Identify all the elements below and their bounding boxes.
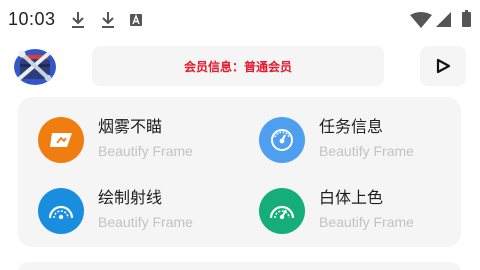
feature-title: 绘制射线 — [98, 188, 163, 207]
feature-subtitle: Beautify Frame — [98, 143, 193, 159]
feature-title: 白体上色 — [319, 188, 384, 207]
status-bar: 10:03 — [0, 0, 480, 38]
feature-subtitle: Beautify Frame — [98, 214, 193, 230]
header: 会员信息：普通会员 — [0, 38, 480, 94]
tools-logo-icon[interactable] — [12, 46, 58, 86]
signal-icon — [436, 12, 451, 27]
feature-rays[interactable]: 绘制射线 Beautify Frame — [38, 181, 248, 243]
member-info-text: 会员信息：普通会员 — [183, 59, 292, 74]
play-button[interactable] — [420, 46, 466, 86]
smoke-icon — [38, 117, 84, 163]
feature-smoke[interactable]: 烟雾不瞄 Beautify Frame — [38, 110, 248, 172]
member-info-box: 会员信息：普通会员 — [92, 46, 384, 86]
download-icon — [102, 12, 114, 28]
gauge-icon — [259, 117, 305, 163]
status-time: 10:03 — [8, 9, 56, 29]
a-box-icon — [130, 14, 142, 26]
feature-title: 任务信息 — [319, 117, 384, 136]
feature-title: 烟雾不瞄 — [98, 117, 163, 136]
play-icon — [436, 58, 451, 74]
feature-task-info[interactable]: 任务信息 Beautify Frame — [259, 110, 469, 172]
feature-card: 烟雾不瞄 Beautify Frame 任务信息 Beautify Frame … — [18, 97, 461, 247]
wifi-icon — [410, 12, 432, 28]
feature-color[interactable]: 白体上色 Beautify Frame — [259, 181, 469, 243]
battery-icon — [462, 10, 471, 27]
download-icon — [72, 12, 84, 28]
feature-subtitle: Beautify Frame — [319, 143, 414, 159]
feature-subtitle: Beautify Frame — [319, 214, 414, 230]
secondary-card — [18, 262, 461, 270]
color-icon — [259, 188, 305, 234]
rays-icon — [38, 188, 84, 234]
